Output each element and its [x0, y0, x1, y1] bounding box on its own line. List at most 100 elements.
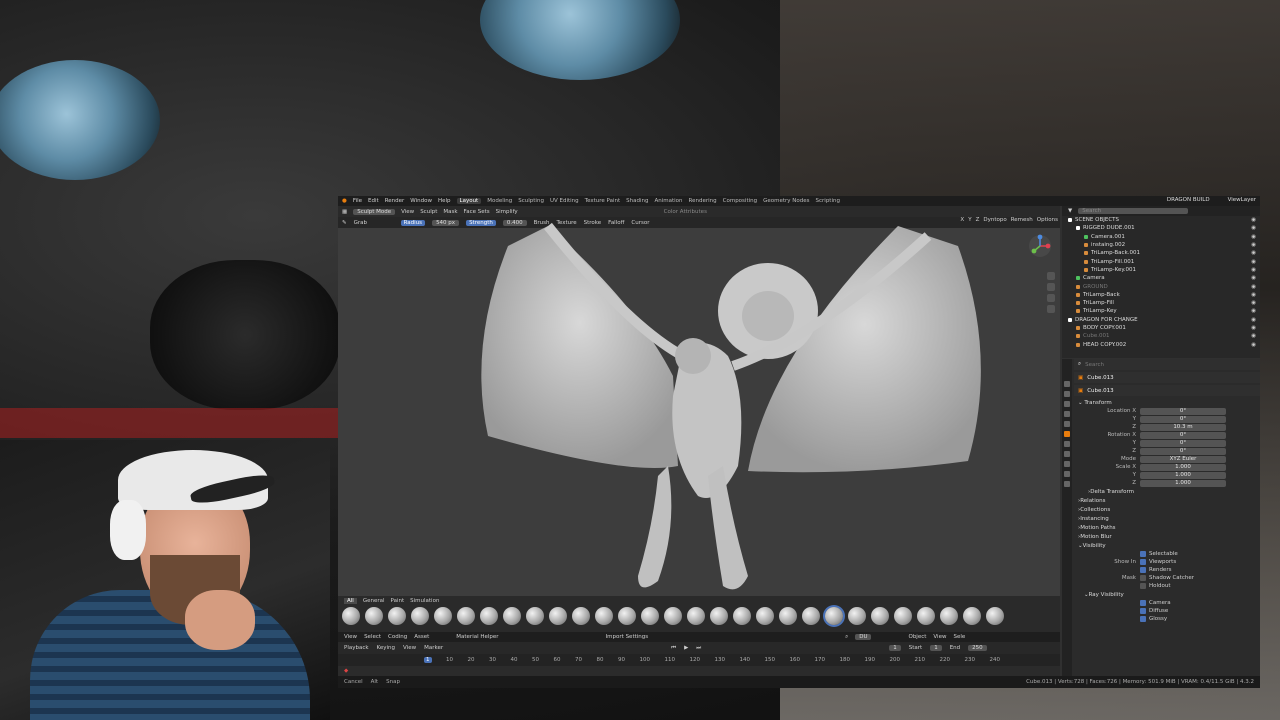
visibility-eye-icon[interactable]: ◉: [1251, 234, 1256, 240]
scale-z-field[interactable]: 1.000: [1140, 479, 1226, 487]
workspace-tab-animation[interactable]: Animation: [654, 198, 682, 204]
instancing-header[interactable]: › Instancing: [1074, 514, 1260, 523]
brush-thumbnail[interactable]: [825, 607, 843, 625]
workspace-tab-scripting[interactable]: Scripting: [816, 198, 840, 204]
modifier-tab-icon[interactable]: [1064, 441, 1070, 447]
outliner-row[interactable]: instaing.002 ◉: [1062, 241, 1260, 249]
tool-tab-icon[interactable]: [1064, 381, 1070, 387]
scene-tab-icon[interactable]: [1064, 411, 1070, 417]
outliner-row[interactable]: Camera.001 ◉: [1062, 233, 1260, 241]
current-frame-marker[interactable]: 1: [424, 657, 432, 663]
visibility-eye-icon[interactable]: ◉: [1251, 225, 1256, 231]
material-tab-icon[interactable]: [1064, 481, 1070, 487]
brush-thumbnail[interactable]: [894, 607, 912, 625]
rotation-z-field[interactable]: 0°: [1140, 447, 1226, 455]
constraint-tab-icon[interactable]: [1064, 461, 1070, 467]
object-data-field[interactable]: Cube.013: [1087, 388, 1113, 394]
brush-thumbnail[interactable]: [917, 607, 935, 625]
outliner-search-input[interactable]: Search: [1078, 208, 1189, 214]
workspace-tab-modeling[interactable]: Modeling: [487, 198, 512, 204]
select-label[interactable]: Sele: [953, 634, 965, 640]
brush-thumbnail[interactable]: [503, 607, 521, 625]
camera-ray-checkbox[interactable]: [1140, 600, 1146, 606]
rotation-y-field[interactable]: 0°: [1140, 439, 1226, 447]
visibility-eye-icon[interactable]: ◉: [1251, 342, 1256, 348]
world-tab-icon[interactable]: [1064, 421, 1070, 427]
view-menu[interactable]: View: [403, 645, 416, 651]
start-frame-field[interactable]: 1: [930, 645, 942, 651]
brush-thumbnail[interactable]: [687, 607, 705, 625]
output-tab-icon[interactable]: [1064, 401, 1070, 407]
import-settings-button[interactable]: Import Settings: [606, 634, 649, 640]
timeline-menu-asset[interactable]: Asset: [414, 634, 429, 640]
shadow-catcher-checkbox[interactable]: [1140, 575, 1146, 581]
visibility-header[interactable]: ⌄ Visibility: [1074, 541, 1260, 550]
holdout-checkbox[interactable]: [1140, 583, 1146, 589]
brush-thumbnail[interactable]: [802, 607, 820, 625]
selectable-checkbox[interactable]: [1140, 551, 1146, 557]
menu-file[interactable]: File: [353, 198, 362, 204]
outliner-row[interactable]: BODY COPY.001 ◉: [1062, 324, 1260, 332]
visibility-eye-icon[interactable]: ◉: [1251, 317, 1256, 323]
shelf-tab-general[interactable]: General: [363, 598, 385, 604]
outliner-row[interactable]: TriLamp-Key ◉: [1062, 307, 1260, 315]
menu-edit[interactable]: Edit: [368, 198, 379, 204]
brush-thumbnail[interactable]: [756, 607, 774, 625]
brush-thumbnail[interactable]: [641, 607, 659, 625]
shelf-tab-paint[interactable]: Paint: [391, 598, 405, 604]
timeline-menu-coding[interactable]: Coding: [388, 634, 407, 640]
object-name-field[interactable]: Cube.013: [1087, 375, 1113, 381]
workspace-tab-uv-editing[interactable]: UV Editing: [550, 198, 579, 204]
brush-thumbnail[interactable]: [595, 607, 613, 625]
outliner-row[interactable]: DRAGON FOR CHANGE ◉: [1062, 316, 1260, 324]
rotation-mode-dropdown[interactable]: XYZ Euler: [1140, 455, 1226, 463]
brush-thumbnail[interactable]: [871, 607, 889, 625]
visibility-eye-icon[interactable]: ◉: [1251, 275, 1256, 281]
workspace-tab-layout[interactable]: Layout: [456, 198, 482, 204]
outliner-row[interactable]: TriLamp-Back.001 ◉: [1062, 249, 1260, 257]
workspace-tab-geometry-nodes[interactable]: Geometry Nodes: [763, 198, 809, 204]
visibility-eye-icon[interactable]: ◉: [1251, 250, 1256, 256]
glossy-ray-checkbox[interactable]: [1140, 616, 1146, 622]
object-mode-label[interactable]: Object: [908, 634, 926, 640]
scene-name[interactable]: DRAGON BUILD: [1167, 197, 1210, 203]
ray-visibility-header[interactable]: ⌄ Ray Visibility: [1074, 590, 1260, 599]
motion-blur-header[interactable]: › Motion Blur: [1074, 532, 1260, 541]
brush-thumbnail[interactable]: [549, 607, 567, 625]
visibility-eye-icon[interactable]: ◉: [1251, 259, 1256, 265]
menu-window[interactable]: Window: [410, 198, 432, 204]
workspace-tab-compositing[interactable]: Compositing: [723, 198, 757, 204]
outliner-row[interactable]: HEAD COPY.002 ◉: [1062, 340, 1260, 348]
render-tab-icon[interactable]: [1064, 391, 1070, 397]
jump-start-icon[interactable]: ⏮: [671, 645, 676, 652]
location-y-field[interactable]: 0°: [1140, 415, 1226, 423]
timeline-ruler[interactable]: 1 10 20 30 40 50 60 70 80 90 100 110 120 130 140 150 160…: [338, 654, 1060, 666]
data-tab-icon[interactable]: [1064, 471, 1070, 477]
outliner-row[interactable]: Cube.001 ◉: [1062, 332, 1260, 340]
jump-end-icon[interactable]: ⏭: [696, 645, 701, 652]
viewports-checkbox[interactable]: [1140, 559, 1146, 565]
menu-render[interactable]: Render: [385, 198, 405, 204]
brush-thumbnail[interactable]: [664, 607, 682, 625]
outliner-row[interactable]: SCENE OBJECTS ◉: [1062, 216, 1260, 224]
brush-thumbnail[interactable]: [779, 607, 797, 625]
diffuse-ray-checkbox[interactable]: [1140, 608, 1146, 614]
visibility-eye-icon[interactable]: ◉: [1251, 284, 1256, 290]
brush-thumbnail[interactable]: [411, 607, 429, 625]
collections-header[interactable]: › Collections: [1074, 505, 1260, 514]
visibility-eye-icon[interactable]: ◉: [1251, 217, 1256, 223]
shelf-tab-simulation[interactable]: Simulation: [410, 598, 439, 604]
workspace-tab-rendering[interactable]: Rendering: [689, 198, 717, 204]
brush-thumbnail[interactable]: [940, 607, 958, 625]
brush-thumbnail[interactable]: [618, 607, 636, 625]
brush-thumbnail[interactable]: [733, 607, 751, 625]
location-x-field[interactable]: 0°: [1140, 407, 1226, 415]
keying-menu[interactable]: Keying: [377, 645, 395, 651]
timeline-search-input[interactable]: DU: [855, 634, 872, 640]
delta-transform-header[interactable]: › Delta Transform: [1074, 487, 1260, 496]
brush-thumbnail[interactable]: [986, 607, 1004, 625]
object-tab-icon[interactable]: [1064, 431, 1070, 437]
marker-menu[interactable]: Marker: [424, 645, 443, 651]
outliner-row[interactable]: TriLamp-Key.001 ◉: [1062, 266, 1260, 274]
rotation-x-field[interactable]: 0°: [1140, 431, 1226, 439]
